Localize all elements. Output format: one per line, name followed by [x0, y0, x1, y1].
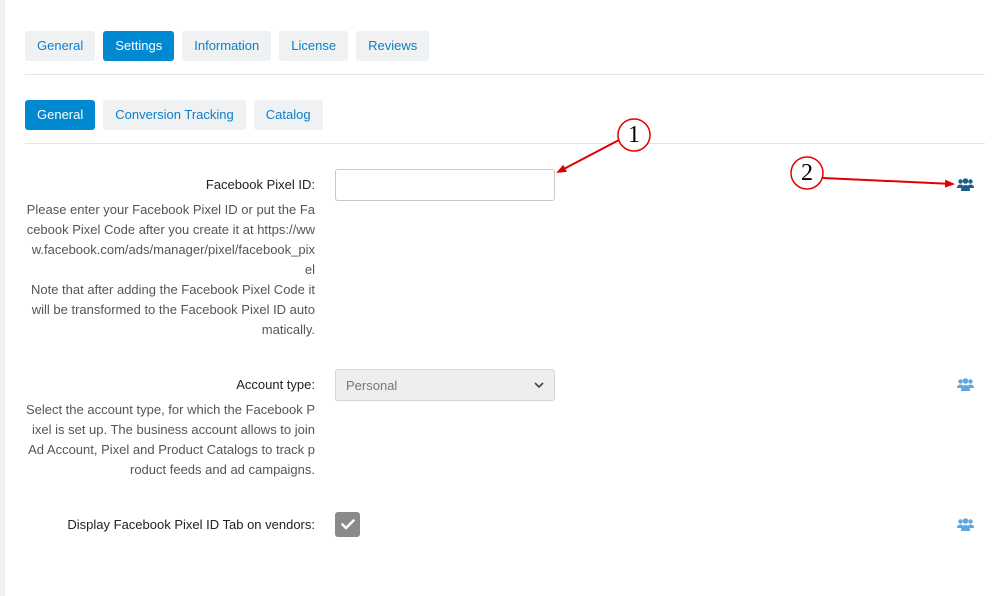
- subtab-general[interactable]: General: [25, 100, 96, 130]
- annotation-arrow-1: [556, 139, 620, 173]
- account-type-help: Select the account type, for which the F…: [25, 402, 315, 477]
- pixel-id-label: Facebook Pixel ID:: [205, 177, 315, 192]
- annotation-arrow-2: [822, 177, 955, 188]
- display-tab-checkbox[interactable]: [335, 512, 360, 537]
- chevron-down-icon: [534, 381, 544, 388]
- annotation-marker-2: 2: [801, 160, 813, 186]
- tab-license[interactable]: License: [279, 31, 349, 61]
- main-tabs-divider: [25, 74, 985, 75]
- display-tab-label: Display Facebook Pixel ID Tab on vendors…: [67, 517, 315, 532]
- sub-tabs: General Conversion Tracking Catalog: [25, 100, 323, 130]
- users-icon[interactable]: [957, 378, 974, 391]
- users-icon[interactable]: [957, 178, 974, 191]
- annotation-marker-1: 1: [628, 122, 640, 148]
- tab-information[interactable]: Information: [182, 31, 272, 61]
- subtab-catalog[interactable]: Catalog: [253, 100, 323, 130]
- main-tabs: General Settings Information License Rev…: [25, 31, 430, 61]
- tab-general[interactable]: General: [25, 31, 96, 61]
- pixel-id-input[interactable]: [335, 169, 555, 201]
- pixel-id-help-line2: Note that after adding the Facebook Pixe…: [30, 282, 315, 337]
- check-icon: [340, 519, 355, 530]
- sub-tabs-divider: [25, 143, 985, 144]
- tab-reviews[interactable]: Reviews: [356, 31, 430, 61]
- left-edge-strip: [0, 0, 5, 596]
- account-type-label: Account type:: [236, 377, 315, 392]
- pixel-id-help-line1: Please enter your Facebook Pixel ID or p…: [26, 202, 315, 277]
- account-type-selected: Personal: [346, 377, 398, 393]
- subtab-conversion-tracking[interactable]: Conversion Tracking: [103, 100, 246, 130]
- account-type-select[interactable]: Personal: [335, 369, 555, 401]
- pixel-id-help: Please enter your Facebook Pixel ID or p…: [25, 200, 315, 340]
- users-icon[interactable]: [957, 518, 974, 531]
- tab-settings[interactable]: Settings: [103, 31, 175, 61]
